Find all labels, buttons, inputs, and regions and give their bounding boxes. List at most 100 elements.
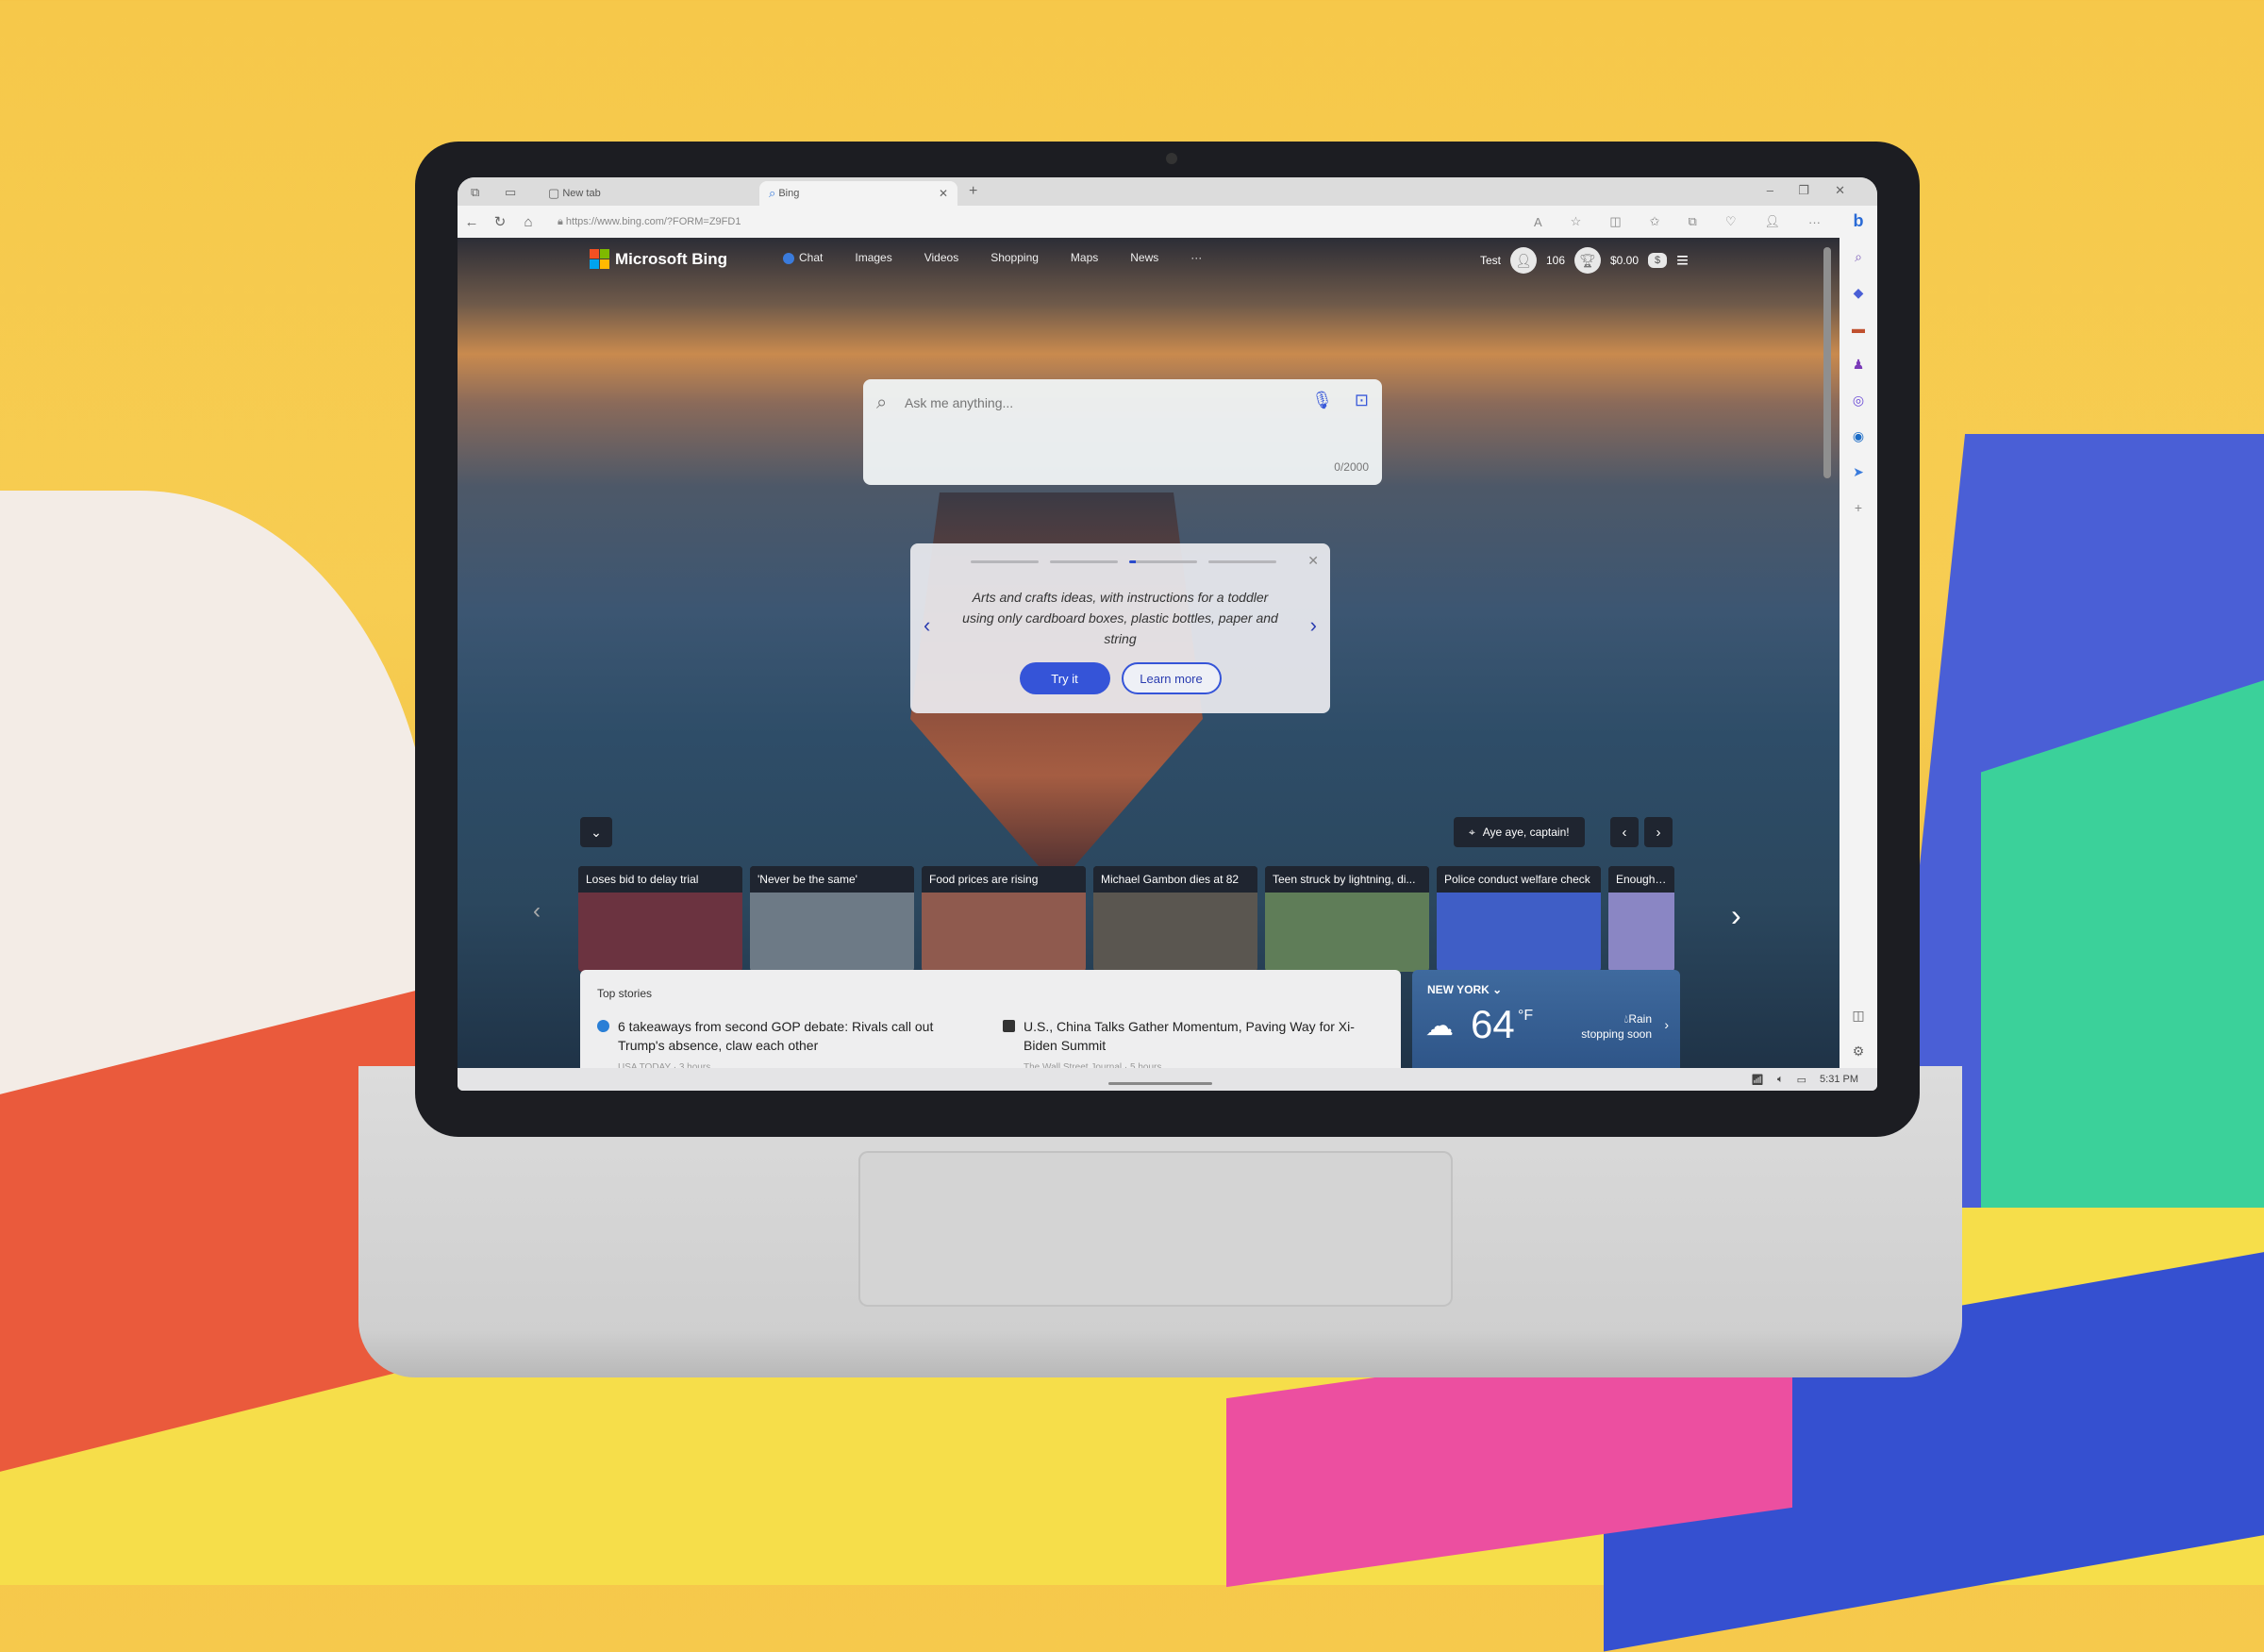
read-aloud-icon[interactable]: A [1534, 215, 1542, 229]
avatar[interactable]: 👤︎ [1509, 247, 1537, 274]
profile-icon[interactable]: 👤︎ [1764, 214, 1780, 229]
balance[interactable]: $0.00 [1610, 254, 1639, 267]
chevron-right-icon[interactable]: › [1664, 1017, 1669, 1032]
nav-shopping[interactable]: Shopping [990, 251, 1039, 264]
volume-icon[interactable]: 🔈︎ [1777, 1074, 1784, 1086]
carousel-next-icon[interactable]: › [1731, 898, 1741, 933]
microsoft-logo-icon [590, 249, 609, 269]
hamburger-menu-icon[interactable]: ≡ [1676, 248, 1689, 273]
clock[interactable]: 5:31 PM [1820, 1074, 1858, 1085]
address-bar[interactable]: 🔒︎ https://www.bing.com/?FORM=Z9FD1 [558, 216, 741, 228]
user-name[interactable]: Test [1480, 254, 1501, 267]
tools-icon[interactable]: ▬ [1849, 319, 1868, 338]
split-screen-icon[interactable]: ◫ [1609, 214, 1621, 229]
news-card[interactable]: Food prices are rising [922, 866, 1086, 972]
search-box: ⌕ 🎙︎ ⊡ 0/2000 [863, 379, 1382, 485]
webcam [1166, 153, 1177, 164]
nav-videos[interactable]: Videos [924, 251, 958, 264]
microphone-icon[interactable]: 🎙︎ [1311, 391, 1333, 410]
scrollbar[interactable] [1823, 247, 1831, 478]
news-image [750, 893, 914, 972]
favorite-star-icon[interactable]: ☆ [1571, 214, 1582, 229]
bing-logo[interactable]: Microsoft Bing [590, 249, 727, 269]
nav-more[interactable]: ··· [1190, 251, 1202, 264]
story-item[interactable]: 6 takeaways from second GOP debate: Riva… [597, 1017, 976, 1068]
search-input[interactable] [903, 394, 1303, 411]
browser-essentials-icon[interactable]: ♡ [1725, 214, 1737, 229]
previous-image-button[interactable]: ‹ [1610, 817, 1639, 847]
refresh-button[interactable]: ↻ [486, 213, 514, 230]
rain-cloud-icon: ☁ [1425, 1010, 1454, 1042]
carousel-prev-icon[interactable]: ‹ [533, 898, 541, 925]
close-tab-icon[interactable]: ✕ [939, 187, 948, 200]
step-dot[interactable] [1050, 560, 1118, 563]
step-indicator [971, 560, 1276, 563]
story-source: The Wall Street Journal · 5 hours [1024, 1062, 1162, 1068]
news-card[interactable]: Enough evi [1608, 866, 1674, 972]
step-dot[interactable] [971, 560, 1039, 563]
games-icon[interactable]: ♟ [1849, 355, 1868, 374]
condition-detail: stopping soon [1581, 1027, 1652, 1041]
search-icon[interactable]: ⌕ [1849, 247, 1868, 266]
tab-bing[interactable]: ⌕ Bing ✕ [759, 181, 957, 206]
sidebar-toggle-icon[interactable]: ◫ [1849, 1006, 1868, 1025]
news-image [1437, 893, 1601, 972]
new-tab-button[interactable]: + [969, 183, 977, 200]
chevron-left-icon[interactable]: ‹ [924, 613, 930, 638]
news-title: Food prices are rising [922, 866, 1086, 893]
news-card[interactable]: Loses bid to delay trial [578, 866, 742, 972]
new-tab-icon: ▢ [548, 186, 560, 200]
chevron-down-icon: ⌄ [1492, 983, 1503, 996]
home-button[interactable]: ⌂ [514, 214, 542, 230]
suggestion-card: ✕ ‹ › Arts and crafts ideas, with instru… [910, 543, 1330, 713]
news-title: Police conduct welfare check [1437, 866, 1601, 893]
news-carousel: Loses bid to delay trial 'Never be the s… [578, 866, 1674, 972]
drop-icon[interactable]: ➤ [1849, 462, 1868, 481]
nav-chat[interactable]: Chat [783, 251, 823, 264]
tab-actions-icon[interactable]: ▭ [505, 185, 516, 200]
add-icon[interactable]: + [1849, 498, 1868, 517]
weather-widget[interactable]: NEW YORK ⌄ ☁ 64 °F 💧︎Rain stopping soon › [1412, 970, 1680, 1068]
bing-copilot-icon[interactable]: b [1849, 211, 1868, 230]
collapse-feed-button[interactable]: ⌄ [580, 817, 612, 847]
settings-icon[interactable]: ⚙ [1849, 1042, 1868, 1060]
rewards-trophy-icon[interactable]: 🏆︎ [1574, 247, 1601, 274]
close-icon[interactable]: ✕ [1307, 553, 1319, 569]
shopping-tag-icon[interactable]: ◆ [1849, 283, 1868, 302]
news-card[interactable]: 'Never be the same' [750, 866, 914, 972]
news-card[interactable]: Police conduct welfare check [1437, 866, 1601, 972]
visual-search-icon[interactable]: ⊡ [1355, 391, 1369, 410]
collections-icon[interactable]: ⧉ [1689, 214, 1697, 229]
try-it-button[interactable]: Try it [1019, 662, 1110, 694]
favorites-icon[interactable]: ✩ [1650, 214, 1660, 229]
nav-maps[interactable]: Maps [1071, 251, 1098, 264]
image-info-button[interactable]: ⌖ Aye aye, captain! [1454, 817, 1585, 847]
step-dot[interactable] [1208, 560, 1276, 563]
tab-label: New tab [562, 188, 601, 199]
minimize-button[interactable]: – [1767, 183, 1773, 197]
more-menu-icon[interactable]: ··· [1808, 215, 1821, 229]
battery-icon[interactable]: ▭ [1797, 1074, 1806, 1086]
news-card[interactable]: Michael Gambon dies at 82 [1093, 866, 1257, 972]
news-image [1608, 893, 1674, 972]
rewards-points[interactable]: 106 [1546, 254, 1565, 267]
weather-city[interactable]: NEW YORK ⌄ [1427, 983, 1502, 996]
nav-news[interactable]: News [1130, 251, 1158, 264]
balance-icon[interactable]: $ [1648, 253, 1668, 268]
back-button[interactable]: ← [458, 214, 486, 230]
wifi-icon[interactable]: 📶︎ [1751, 1074, 1764, 1086]
workspaces-icon[interactable]: ⧉ [471, 185, 479, 200]
learn-more-button[interactable]: Learn more [1121, 662, 1222, 694]
step-dot-active[interactable] [1129, 560, 1197, 563]
news-card[interactable]: Teen struck by lightning, di... [1265, 866, 1429, 972]
city-name: NEW YORK [1427, 983, 1490, 996]
maximize-button[interactable]: ❐ [1798, 183, 1809, 198]
news-title: Enough evi [1608, 866, 1674, 893]
microsoft365-icon[interactable]: ◎ [1849, 391, 1868, 409]
close-window-button[interactable]: ✕ [1835, 183, 1845, 198]
next-image-button[interactable]: › [1644, 817, 1673, 847]
nav-images[interactable]: Images [855, 251, 891, 264]
story-item[interactable]: U.S., China Talks Gather Momentum, Pavin… [1003, 1017, 1382, 1068]
chevron-right-icon[interactable]: › [1310, 613, 1317, 638]
outlook-icon[interactable]: ◉ [1849, 426, 1868, 445]
